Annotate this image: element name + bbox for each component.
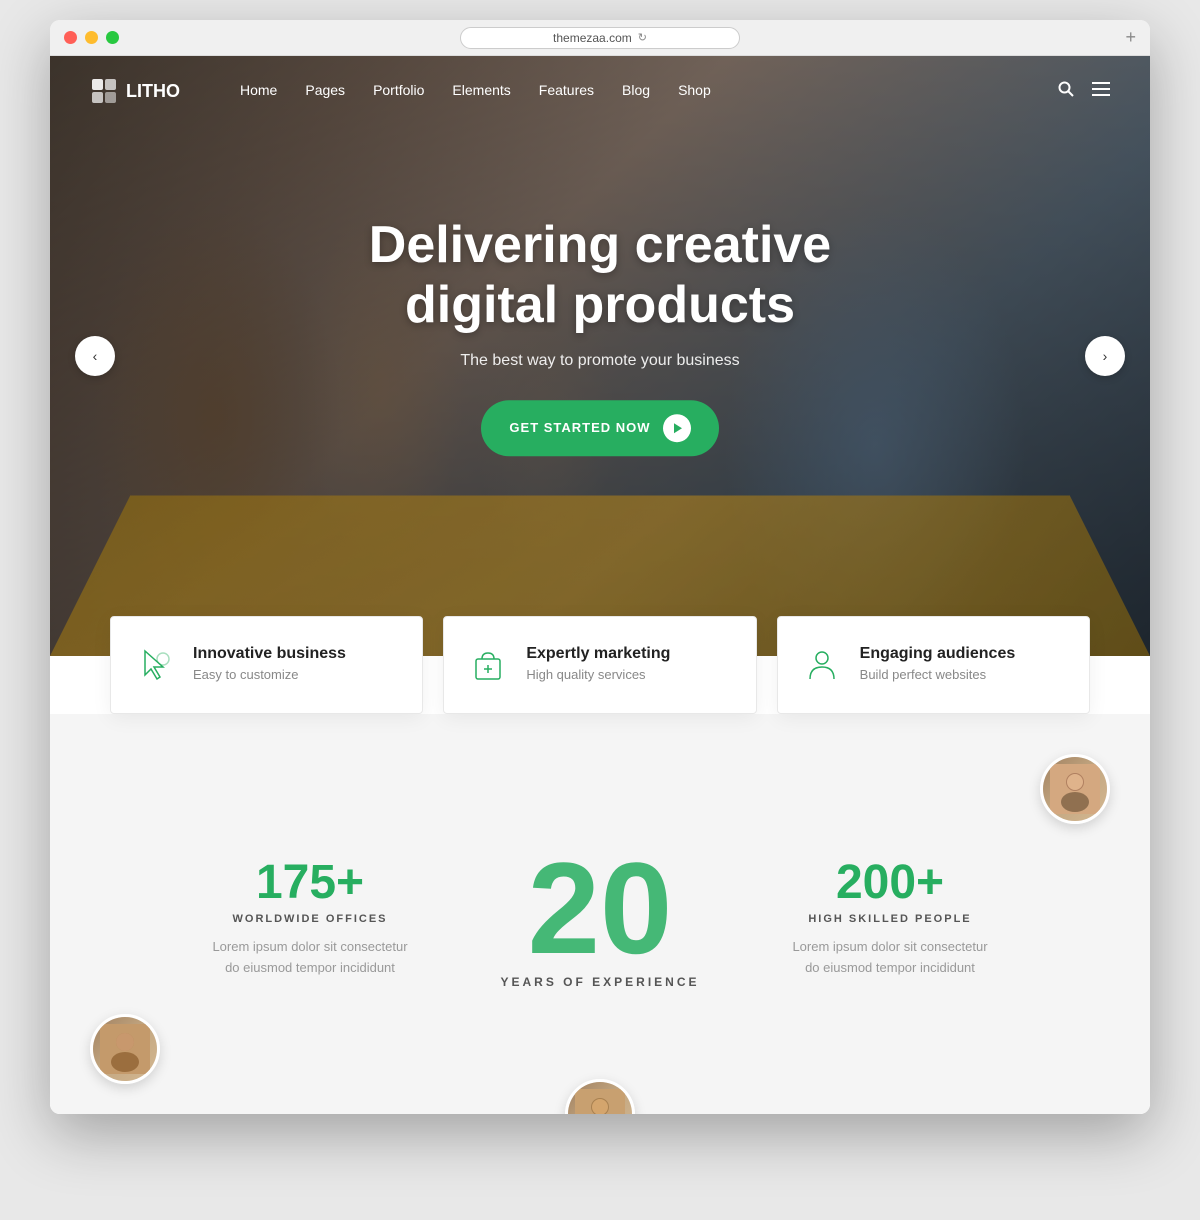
url-bar[interactable]: themezaa.com ↻ [460, 27, 740, 49]
close-button[interactable] [64, 31, 77, 44]
nav-right [1058, 81, 1110, 102]
url-text: themezaa.com [553, 31, 632, 45]
traffic-lights [64, 31, 119, 44]
reload-icon[interactable]: ↻ [638, 31, 647, 44]
avatar-image-bottom [568, 1082, 632, 1114]
nav-home[interactable]: Home [240, 82, 277, 98]
titlebar: themezaa.com ↻ + [50, 20, 1150, 56]
avatar-bottom [565, 1079, 635, 1114]
hero-content: Delivering creative digital products The… [300, 216, 900, 456]
avatar-left [90, 1014, 160, 1084]
browser-window: themezaa.com ↻ + LITHO [50, 20, 1150, 1114]
stat-people-desc: Lorem ipsum dolor sit consecteturdo eius… [760, 937, 1020, 979]
nav-features[interactable]: Features [539, 82, 594, 98]
feature-cards: Innovative business Easy to customize Ex… [50, 616, 1150, 714]
cta-button[interactable]: GET STARTED NOW [481, 400, 718, 456]
navigation: LITHO Home Pages Portfolio Elements Feat… [50, 56, 1150, 126]
menu-icon[interactable] [1092, 82, 1110, 101]
avatar-right [1040, 754, 1110, 824]
hero-subtitle: The best way to promote your business [300, 352, 900, 370]
stat-offices-label: WORLDWIDE OFFICES [180, 913, 440, 925]
next-slide-button[interactable]: › [1085, 336, 1125, 376]
hero-title: Delivering creative digital products [300, 216, 900, 336]
prev-slide-button[interactable]: ‹ [75, 336, 115, 376]
stat-experience-number: 20 [440, 850, 760, 967]
new-tab-button[interactable]: + [1125, 27, 1136, 48]
play-icon [663, 414, 691, 442]
logo-text: LITHO [126, 81, 180, 102]
stats-section: 175+ WORLDWIDE OFFICES Lorem ipsum dolor… [50, 714, 1150, 1114]
bag-icon [468, 645, 508, 685]
person-icon [802, 645, 842, 685]
left-arrow-icon: ‹ [93, 348, 98, 364]
feature-desc-marketing: High quality services [526, 667, 670, 682]
nav-portfolio[interactable]: Portfolio [373, 82, 424, 98]
feature-card-innovative: Innovative business Easy to customize [110, 616, 423, 714]
feature-card-marketing: Expertly marketing High quality services [443, 616, 756, 714]
stat-people: 200+ HIGH SKILLED PEOPLE Lorem ipsum dol… [760, 859, 1020, 979]
nav-blog[interactable]: Blog [622, 82, 650, 98]
search-icon[interactable] [1058, 81, 1074, 102]
feature-text-marketing: Expertly marketing High quality services [526, 645, 670, 682]
feature-card-audiences: Engaging audiences Build perfect website… [777, 616, 1090, 714]
titlebar-right: + [1125, 27, 1136, 48]
feature-desc-audiences: Build perfect websites [860, 667, 1016, 682]
feature-title-audiences: Engaging audiences [860, 645, 1016, 663]
nav-pages[interactable]: Pages [305, 82, 345, 98]
stat-people-number: 200+ [760, 859, 1020, 907]
maximize-button[interactable] [106, 31, 119, 44]
nav-links: Home Pages Portfolio Elements Features B… [240, 82, 711, 100]
feature-title-innovative: Innovative business [193, 645, 346, 663]
stat-experience: 20 YEARS OF EXPERIENCE [440, 850, 760, 989]
feature-text-innovative: Innovative business Easy to customize [193, 645, 346, 682]
minimize-button[interactable] [85, 31, 98, 44]
right-arrow-icon: › [1103, 348, 1108, 364]
cursor-icon [135, 645, 175, 685]
cta-label: GET STARTED NOW [509, 420, 650, 435]
nav-elements[interactable]: Elements [452, 82, 510, 98]
logo[interactable]: LITHO [90, 77, 180, 105]
stat-offices: 175+ WORLDWIDE OFFICES Lorem ipsum dolor… [180, 859, 440, 979]
stat-people-label: HIGH SKILLED PEOPLE [760, 913, 1020, 925]
feature-desc-innovative: Easy to customize [193, 667, 346, 682]
avatar-image-right [1043, 757, 1107, 821]
hero-section: LITHO Home Pages Portfolio Elements Feat… [50, 56, 1150, 656]
stat-offices-number: 175+ [180, 859, 440, 907]
logo-icon [90, 77, 118, 105]
stat-offices-desc: Lorem ipsum dolor sit consecteturdo eius… [180, 937, 440, 979]
website-content: LITHO Home Pages Portfolio Elements Feat… [50, 56, 1150, 1114]
feature-text-audiences: Engaging audiences Build perfect website… [860, 645, 1016, 682]
avatar-image-left [93, 1017, 157, 1081]
feature-title-marketing: Expertly marketing [526, 645, 670, 663]
nav-shop[interactable]: Shop [678, 82, 711, 98]
